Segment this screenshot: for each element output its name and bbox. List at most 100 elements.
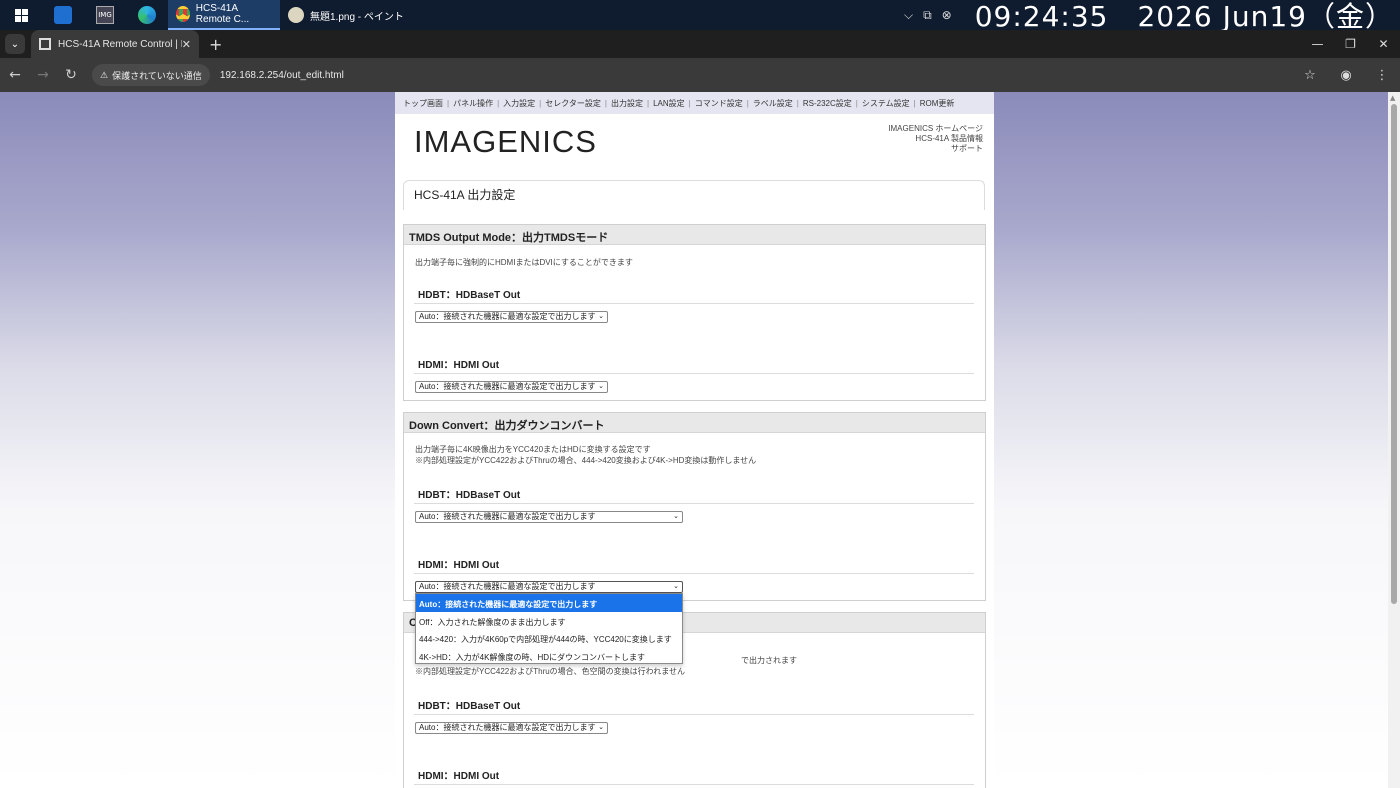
minimize-icon[interactable]: — [1301,30,1334,58]
menu-separator: | [746,98,749,108]
chevron-down-icon: ⌄ [598,724,604,731]
section-heading: Down Convert：出力ダウンコンバート [404,413,985,433]
tab-search-icon[interactable]: ⌄ [5,34,25,54]
menu-dots-icon[interactable]: ⋮ [1364,68,1400,83]
section-heading: TMDS Output Mode：出力TMDSモード [404,225,985,245]
tab-close-icon[interactable]: ✕ [182,38,191,51]
bookmark-star-icon[interactable]: ☆ [1292,68,1328,83]
menu-separator: | [539,98,542,108]
menu-item[interactable]: システム設定 [862,98,910,109]
page-header: IMAGENICS IMAGENICS ホームページ HCS-41A 製品情報 … [395,114,994,182]
tab-title: HCS-41A Remote Control | Ima [58,38,182,50]
taskbar-app-label: 無題1.png - ペイント [310,11,404,23]
dropdown-option[interactable]: Off：入力された解像度のまま出力します [416,612,682,630]
menu-item[interactable]: 入力設定 [503,98,535,109]
downconvert-hdbt-select[interactable]: Auto：接続された機器に最適な設定で出力します ⌄ [415,511,683,523]
menu-item[interactable]: セレクター設定 [545,98,601,109]
menu-item[interactable]: RS-232C設定 [803,98,852,109]
link-product-info[interactable]: HCS-41A 製品情報 [888,134,983,144]
browser-tab[interactable]: HCS-41A Remote Control | Ima ✕ [31,30,199,58]
header-links: IMAGENICS ホームページ HCS-41A 製品情報 サポート [888,124,983,154]
taskbar-app-chrome[interactable]: HCS-41A Remote C... [168,0,280,30]
back-icon[interactable]: ← [2,67,28,83]
hdbt-label: HDBT：HDBaseT Out [418,290,521,301]
tool-app-icon[interactable] [42,0,84,30]
imagenics-logo[interactable]: IMAGENICS [414,124,597,160]
imagenics-app-icon[interactable]: IMG [84,0,126,30]
menu-separator: | [913,98,916,108]
page-title: HCS-41A 出力設定 [414,188,516,202]
chrome-icon [176,6,190,22]
new-tab-icon[interactable]: + [209,35,222,54]
top-menu: トップ画面 | パネル操作 | 入力設定 | セレクター設定 | 出力設定 | LAN設定 | コマンド… [395,92,994,114]
menu-separator: | [796,98,799,108]
section-description: 出力端子毎に4K映像出力をYCC420またはHDに変換する設定です ※内部処理設… [415,445,757,465]
dropdown-option[interactable]: 444->420：入力が4K60pで内部処理が444の時、YCC420に変換しま… [416,629,682,647]
scroll-up-icon[interactable]: ▲ [1390,94,1395,102]
divider [414,503,974,504]
dropdown-option[interactable]: Auto：接続された機器に最適な設定で出力します [416,594,682,612]
scrollbar-thumb[interactable] [1391,104,1397,604]
section-description: 出力端子毎に強制的にHDMIまたはDVIにすることができます [415,258,633,267]
restore-icon[interactable]: ❐ [1334,30,1367,58]
hdmi-label: HDMI：HDMI Out [418,560,500,571]
divider [414,784,974,785]
hdbt-label: HDBT：HDBaseT Out [418,701,521,712]
page-scrollbar[interactable]: ▲ [1388,92,1400,788]
reload-icon[interactable]: ↻ [58,67,84,83]
menu-separator: | [604,98,607,108]
menu-item[interactable]: ROM更新 [920,98,955,109]
windows-start-icon[interactable] [0,0,42,30]
network-icon[interactable]: ⧉ [923,8,932,23]
menu-separator: | [497,98,500,108]
chevron-down-icon: ⌄ [673,583,679,590]
dropdown-option[interactable]: 4K->HD：入力が4K解像度の時、HDにダウンコンバートします [416,647,682,665]
warning-icon: ⚠ [100,69,109,80]
menu-item[interactable]: コマンド設定 [695,98,743,109]
hdmi-label: HDMI：HDMI Out [418,771,500,782]
not-secure-chip[interactable]: ⚠ 保護されていない通信 [92,64,210,86]
menu-item[interactable]: ラベル設定 [753,98,793,109]
divider [414,714,974,715]
menu-separator: | [688,98,691,108]
menu-separator: | [855,98,858,108]
section-tmds-output-mode: TMDS Output Mode：出力TMDSモード 出力端子毎に強制的にHDM… [403,224,986,401]
taskbar: IMG HCS-41A Remote C... 無題1.png - ペイント ⌵… [0,0,1400,33]
hdbt-label: HDBT：HDBaseT Out [418,490,521,501]
hdmi-label: HDMI：HDMI Out [418,360,500,371]
chevron-up-icon[interactable]: ⌵ [904,8,913,23]
paint-icon [288,7,304,23]
taskbar-app-label: HCS-41A Remote C... [195,3,250,25]
menu-item[interactable]: LAN設定 [653,98,685,109]
taskbar-app-paint[interactable]: 無題1.png - ペイント [280,0,412,30]
tmds-hdmi-select[interactable]: Auto：接続された機器に最適な設定で出力します ⌄ [415,381,608,393]
chevron-down-icon: ⌄ [598,383,604,390]
menu-item[interactable]: 出力設定 [611,98,643,109]
colorspace-hdbt-select[interactable]: Auto：接続された機器に最適な設定で出力します ⌄ [415,722,608,734]
system-tray: ⌵ ⧉ ⊗ 09:24:35 2026 Jun19（金） [899,0,1400,33]
omnibox[interactable]: ⚠ 保護されていない通信 192.168.2.254/out_edit.html [92,64,344,86]
link-homepage[interactable]: IMAGENICS ホームページ [888,124,983,134]
chevron-down-icon: ⌄ [673,513,679,520]
downconvert-hdmi-select[interactable]: Auto：接続された機器に最適な設定で出力します ⌄ [415,581,683,593]
divider [414,573,974,574]
menu-separator: | [647,98,650,108]
close-window-icon[interactable]: ✕ [1367,30,1400,58]
page-title-box: HCS-41A 出力設定 [403,180,985,210]
page-viewport: トップ画面 | パネル操作 | 入力設定 | セレクター設定 | 出力設定 | LAN設定 | コマンド… [0,92,1400,788]
edge-browser-icon[interactable] [126,0,168,30]
profile-icon[interactable]: ◉ [1328,68,1364,83]
divider [414,303,974,304]
tmds-hdbt-select[interactable]: Auto：接続された機器に最適な設定で出力します ⌄ [415,311,608,323]
page-favicon-icon [39,38,51,50]
url-text[interactable]: 192.168.2.254/out_edit.html [220,70,344,81]
downconvert-hdmi-dropdown: Auto：接続された機器に最適な設定で出力します Off：入力された解像度のまま出… [415,593,683,664]
link-support[interactable]: サポート [888,144,983,154]
forward-icon[interactable]: → [30,67,56,83]
chevron-down-icon: ⌄ [598,313,604,320]
menu-item[interactable]: トップ画面 [403,98,443,109]
section-down-convert: Down Convert：出力ダウンコンバート 出力端子毎に4K映像出力をYCC… [403,412,986,601]
close-circle-icon[interactable]: ⊗ [942,8,952,22]
menu-item[interactable]: パネル操作 [453,98,493,109]
browser-tab-bar: ⌄ HCS-41A Remote Control | Ima ✕ + — ❐ ✕ [0,30,1400,58]
